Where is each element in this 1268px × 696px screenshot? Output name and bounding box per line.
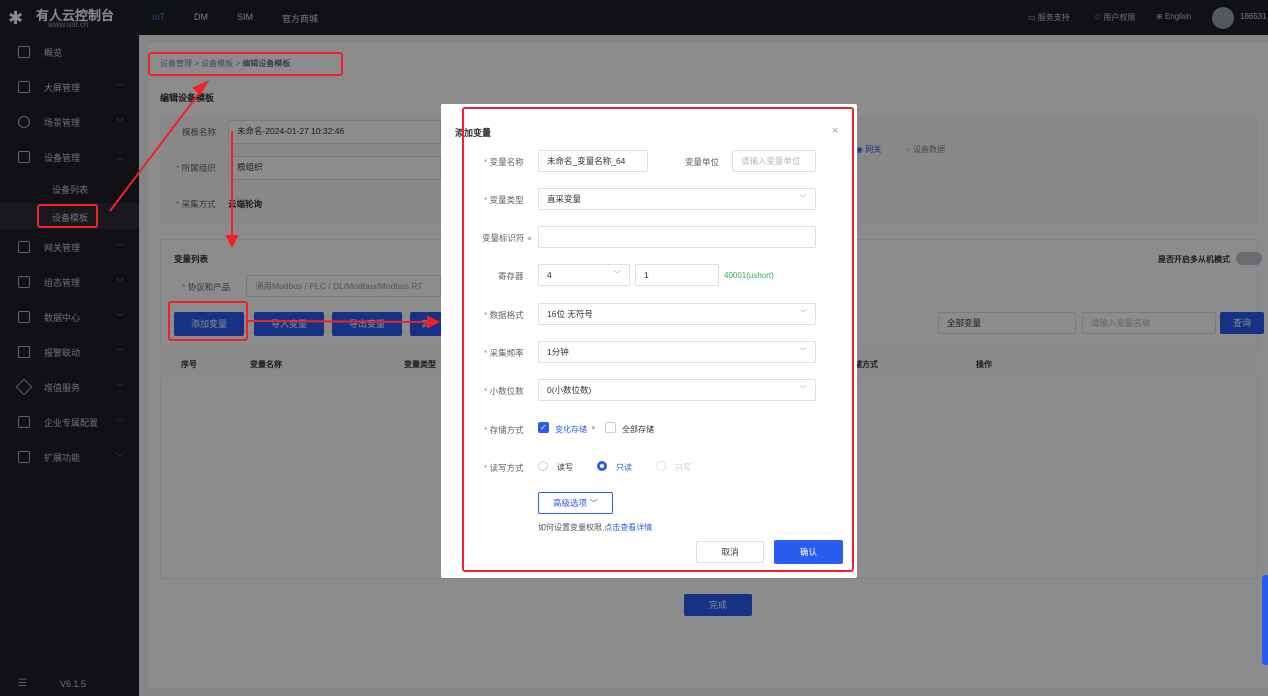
annotation-modal-box [462, 107, 854, 572]
